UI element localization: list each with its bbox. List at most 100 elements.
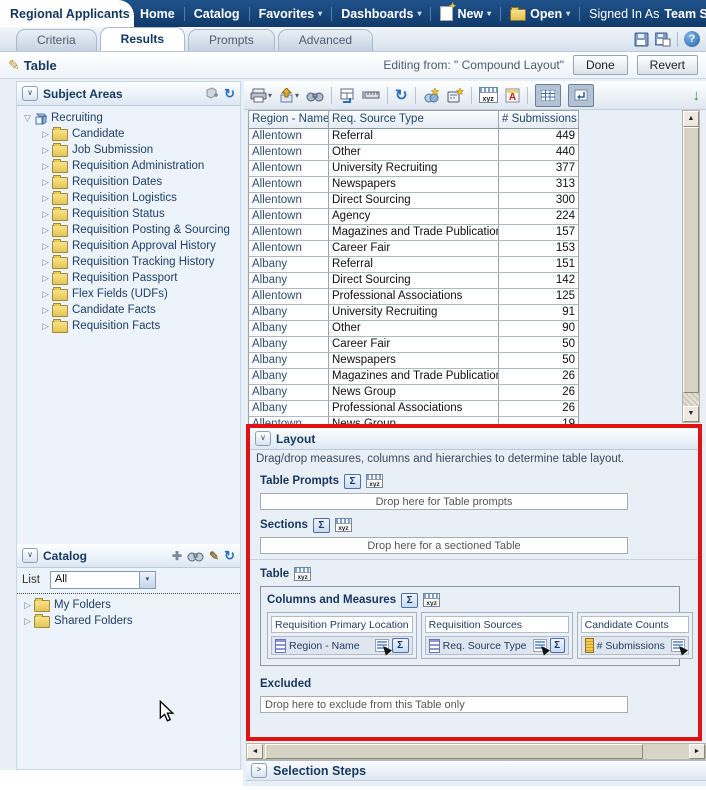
expand-triangle-icon[interactable]: ▷ <box>39 161 52 172</box>
collapse-chevron-icon[interactable]: ∨ <box>22 548 38 563</box>
column-pill-source[interactable]: Req. Source Type Σ <box>424 636 569 655</box>
expand-triangle-icon[interactable]: ▷ <box>39 289 52 300</box>
search-binoculars-icon[interactable] <box>306 89 324 102</box>
scrollbar-track[interactable] <box>643 744 689 759</box>
nav-dashboards[interactable]: Dashboards ▾ <box>341 7 421 21</box>
nav-home[interactable]: Home <box>140 7 175 21</box>
swap-layout-toggle[interactable] <box>567 83 594 107</box>
expand-triangle-icon[interactable]: ▷ <box>39 225 52 236</box>
signed-in-user[interactable]: Team Support <box>664 7 706 21</box>
column-header-submissions[interactable]: # Submissions <box>499 111 579 129</box>
tab-results[interactable]: Results <box>99 27 186 51</box>
column-options-icon[interactable] <box>374 639 389 652</box>
tab-criteria[interactable]: Criteria <box>16 29 97 51</box>
expand-triangle-icon[interactable]: ▷ <box>39 257 52 268</box>
subject-area-folder[interactable]: ▷ Requisition Logistics <box>21 190 238 206</box>
catalog-list-dropdown[interactable]: All ▾ <box>49 570 156 589</box>
subject-area-folder[interactable]: ▷ Job Submission <box>21 142 238 158</box>
refresh-icon[interactable]: ↻ <box>224 87 235 100</box>
subject-area-folder[interactable]: ▷ Requisition Dates <box>21 174 238 190</box>
expand-chevron-icon[interactable]: > <box>251 763 267 778</box>
expand-triangle-icon[interactable]: ▷ <box>39 273 52 284</box>
column-pill-submissions[interactable]: # Submissions <box>580 636 689 655</box>
xyz-icon[interactable]: xyz <box>334 518 352 532</box>
table-view-toggle[interactable] <box>534 83 561 107</box>
refresh-icon[interactable]: ↻ <box>395 88 408 103</box>
expand-triangle-icon[interactable]: ▷ <box>39 321 52 332</box>
subject-area-folder[interactable]: ▷ Requisition Facts <box>21 318 238 334</box>
expand-triangle-icon[interactable]: ▷ <box>39 193 52 204</box>
dropdown-arrow-icon[interactable]: ▾ <box>138 571 155 588</box>
subject-area-folder[interactable]: ▷ Requisition Approval History <box>21 238 238 254</box>
column-options-icon[interactable] <box>670 639 685 652</box>
revert-button[interactable]: Revert <box>636 55 698 75</box>
sigma-icon[interactable]: Σ <box>344 473 362 489</box>
catalog-folder[interactable]: ▷ Shared Folders <box>21 613 240 629</box>
sections-dropzone[interactable]: Drop here for a sectioned Table <box>260 537 628 554</box>
column-options-icon[interactable] <box>532 639 547 652</box>
nav-favorites[interactable]: Favorites ▾ <box>259 7 323 21</box>
horizontal-scrollbar[interactable]: ◄ ► <box>246 743 706 760</box>
expand-triangle-icon[interactable]: ▷ <box>21 616 34 627</box>
column-pill-region[interactable]: Region - Name Σ <box>271 636 413 655</box>
xyz-icon[interactable]: xyz <box>294 567 312 581</box>
subject-area-folder[interactable]: ▷ Requisition Status <box>21 206 238 222</box>
subject-area-folder[interactable]: ▷ Candidate Facts <box>21 302 238 318</box>
scroll-left-button[interactable]: ◄ <box>247 744 263 759</box>
vertical-scrollbar[interactable]: ▲ ▼ <box>682 110 700 423</box>
sigma-icon[interactable]: Σ <box>391 638 409 653</box>
new-view-xyz-icon[interactable]: xyz <box>478 87 498 103</box>
scroll-up-button[interactable]: ▲ <box>683 111 699 127</box>
edit-pencil-icon[interactable]: ✎ <box>209 549 219 563</box>
format-icon[interactable]: A <box>505 88 520 103</box>
nav-catalog[interactable]: Catalog <box>194 7 240 21</box>
scrollbar-thumb[interactable] <box>265 744 643 759</box>
sigma-icon[interactable]: Σ <box>312 517 330 533</box>
tree-root-recruiting[interactable]: ▽ Recruiting <box>21 110 238 126</box>
search-binoculars-icon[interactable] <box>187 550 204 562</box>
collapse-chevron-icon[interactable]: ∨ <box>255 431 271 446</box>
subject-area-folder[interactable]: ▷ Requisition Tracking History <box>21 254 238 270</box>
xyz-icon[interactable]: xyz <box>366 474 384 488</box>
scroll-down-arrow-icon[interactable]: ↓ <box>693 87 701 104</box>
nav-new[interactable]: New ▾ <box>440 1 491 21</box>
new-group-icon[interactable] <box>423 87 440 103</box>
subject-area-folder[interactable]: ▷ Requisition Posting & Sourcing <box>21 222 238 238</box>
export-icon[interactable]: ▾ <box>279 87 299 103</box>
tab-prompts[interactable]: Prompts <box>188 29 275 51</box>
add-subject-area-icon[interactable] <box>203 86 219 101</box>
tab-advanced[interactable]: Advanced <box>277 29 374 51</box>
add-icon[interactable]: ✚ <box>172 549 182 563</box>
expand-triangle-icon[interactable]: ▷ <box>39 209 52 220</box>
subject-area-folder[interactable]: ▷ Requisition Passport <box>21 270 238 286</box>
nav-open[interactable]: Open ▾ <box>510 6 570 21</box>
excluded-dropzone[interactable]: Drop here to exclude from this Table onl… <box>260 696 628 713</box>
table-prompts-dropzone[interactable]: Drop here for Table prompts <box>260 493 628 510</box>
expand-triangle-icon[interactable]: ▷ <box>39 177 52 188</box>
print-icon[interactable]: ▾ <box>250 88 272 103</box>
sigma-icon[interactable]: Σ <box>401 592 419 608</box>
properties-ruler-icon[interactable] <box>362 89 380 101</box>
scrollbar-thumb[interactable] <box>683 127 699 393</box>
xyz-icon[interactable]: xyz <box>423 593 441 607</box>
collapse-chevron-icon[interactable]: ∨ <box>22 86 38 101</box>
done-button[interactable]: Done <box>572 55 628 75</box>
catalog-folder[interactable]: ▷ My Folders <box>21 597 240 613</box>
expand-triangle-icon[interactable]: ▷ <box>39 129 52 140</box>
subject-area-folder[interactable]: ▷ Requisition Administration <box>21 158 238 174</box>
scroll-down-button[interactable]: ▼ <box>683 406 699 422</box>
expand-triangle-icon[interactable]: ▷ <box>39 305 52 316</box>
refresh-icon[interactable]: ↻ <box>224 549 235 562</box>
column-header-source[interactable]: Req. Source Type <box>329 111 499 129</box>
expand-triangle-icon[interactable]: ▷ <box>39 145 52 156</box>
help-icon[interactable]: ? <box>684 31 700 47</box>
scrollbar-track[interactable] <box>683 393 699 406</box>
scroll-right-button[interactable]: ► <box>689 744 705 759</box>
sigma-icon[interactable]: Σ <box>549 638 565 653</box>
expand-triangle-icon[interactable]: ▷ <box>21 600 34 611</box>
column-header-region[interactable]: Region - Name <box>249 111 329 129</box>
subject-area-folder[interactable]: ▷ Candidate <box>21 126 238 142</box>
new-calculated-item-icon[interactable] <box>447 87 464 103</box>
collapse-triangle-icon[interactable]: ▽ <box>21 113 34 124</box>
subject-area-folder[interactable]: ▷ Flex Fields (UDFs) <box>21 286 238 302</box>
